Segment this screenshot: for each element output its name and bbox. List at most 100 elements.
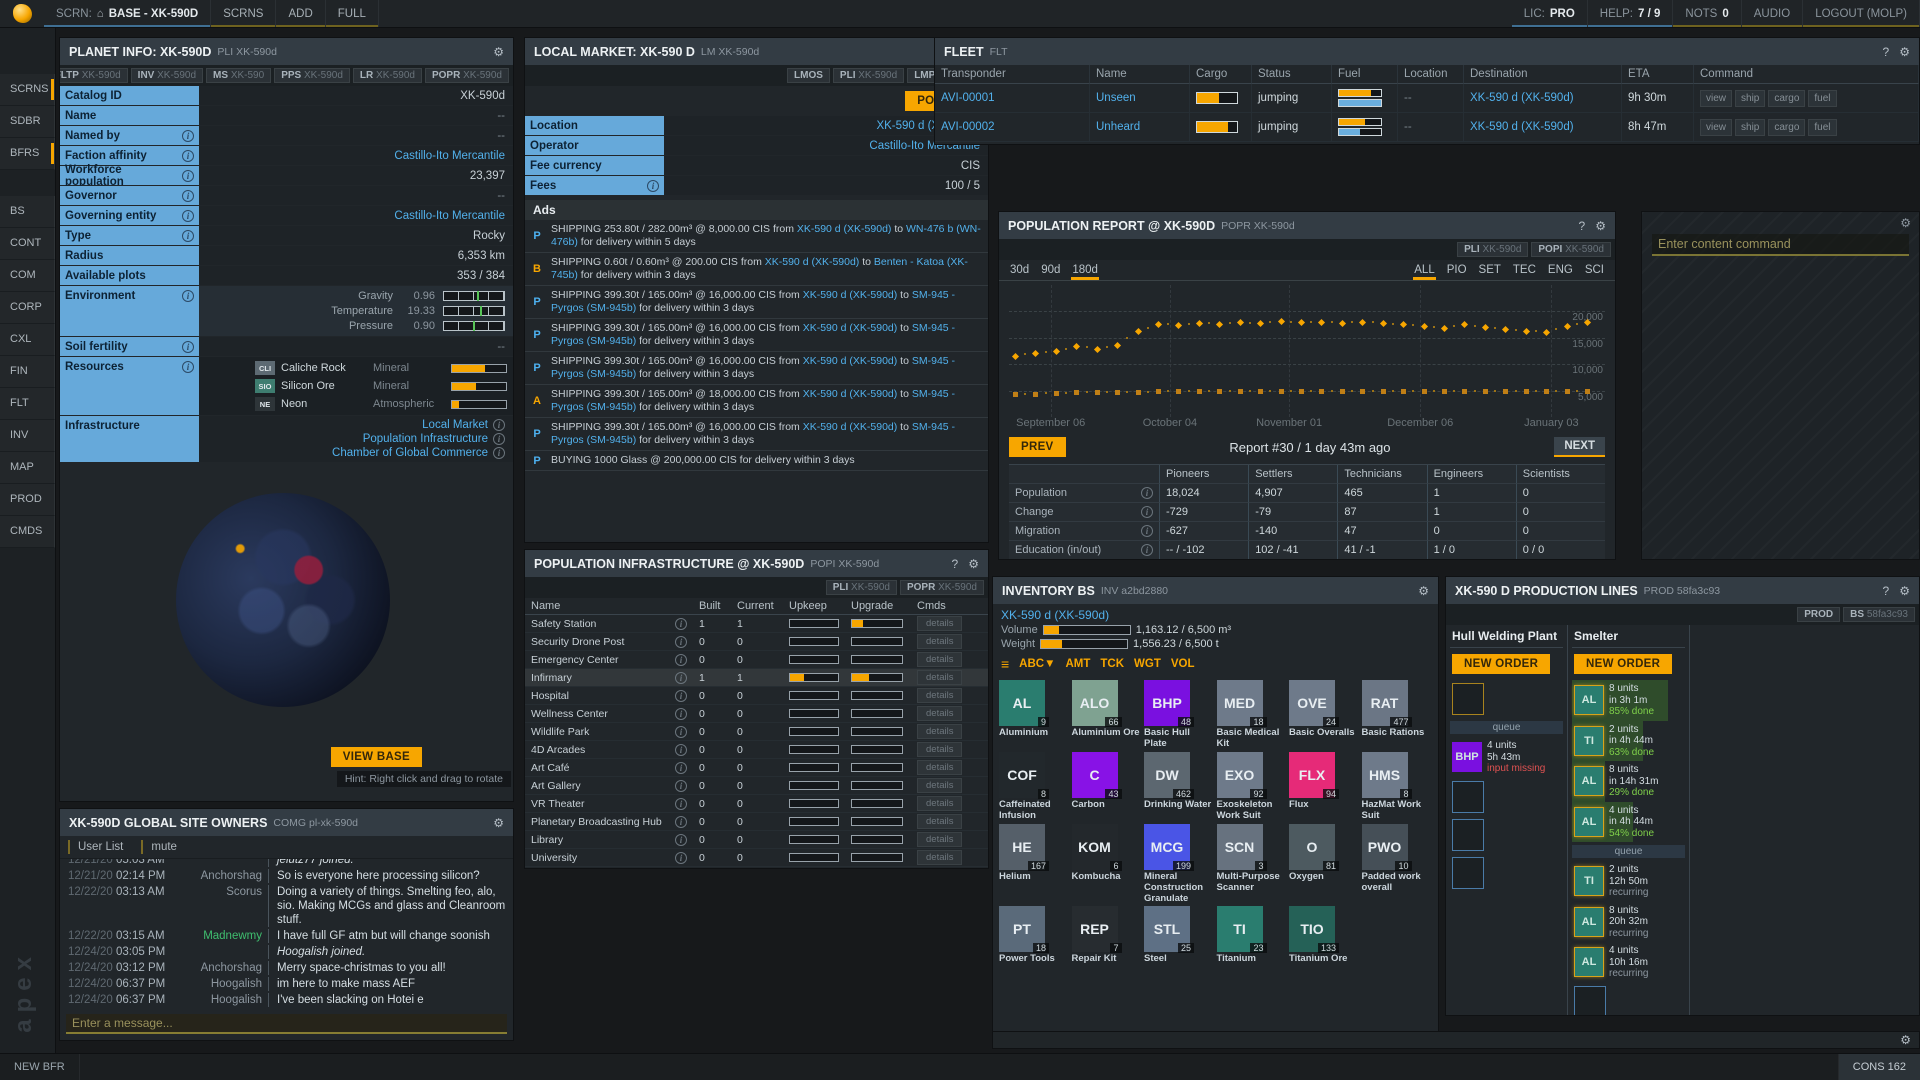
popreport-tab-popi[interactable]: POPI XK-590d: [1531, 242, 1611, 257]
sidebar-item-com[interactable]: COM: [0, 260, 55, 292]
info-icon[interactable]: i: [675, 816, 687, 828]
info-icon[interactable]: i: [493, 433, 505, 445]
info-icon[interactable]: i: [647, 180, 659, 192]
inventory-item-al[interactable]: AL9Aluminium: [999, 680, 1070, 750]
range-90d[interactable]: 90d: [1040, 262, 1061, 278]
details-button[interactable]: details: [917, 850, 962, 865]
market-ad[interactable]: BSHIPPING 0.60t / 0.60m³ @ 200.00 CIS fr…: [525, 253, 988, 286]
app-logo[interactable]: [0, 0, 44, 27]
details-button[interactable]: details: [917, 616, 962, 631]
details-button[interactable]: details: [917, 796, 962, 811]
sidebar-item-sdbr[interactable]: SDBR: [0, 106, 55, 138]
new-bfr-button[interactable]: NEW BFR: [0, 1054, 80, 1080]
gear-icon[interactable]: ⚙: [1900, 216, 1911, 230]
sidebar-item-map[interactable]: MAP: [0, 452, 55, 484]
topbar-tab-lic[interactable]: LIC:PRO: [1512, 0, 1588, 27]
market-ad[interactable]: PSHIPPING 399.30t / 165.00m³ @ 16,000.00…: [525, 418, 988, 451]
ship-transponder-link[interactable]: AVI-00002: [941, 121, 995, 133]
info-icon[interactable]: i: [182, 290, 194, 302]
ad-link[interactable]: XK-590 d (XK-590d): [803, 355, 898, 367]
cons-tab[interactable]: CONS 162: [1838, 1054, 1920, 1080]
info-icon[interactable]: i: [1141, 525, 1153, 537]
infrastructure-link[interactable]: Population Infrastructure: [363, 433, 488, 445]
next-report-button[interactable]: NEXT: [1554, 437, 1605, 457]
market-tab-pli[interactable]: PLI XK-590d: [833, 68, 904, 83]
planet-globe[interactable]: [176, 493, 390, 707]
inventory-item-ove[interactable]: OVE24Basic Overalls: [1289, 680, 1360, 750]
help-icon[interactable]: ?: [952, 557, 959, 571]
destination-link[interactable]: XK-590 d (XK-590d): [1470, 92, 1574, 104]
fuel-command-button[interactable]: fuel: [1808, 90, 1836, 107]
details-button[interactable]: details: [917, 652, 962, 667]
ad-link[interactable]: XK-590 d (XK-590d): [803, 322, 898, 334]
popinfra-tab-popr[interactable]: POPR XK-590d: [900, 580, 984, 595]
ad-link[interactable]: XK-590 d (XK-590d): [765, 256, 860, 268]
help-icon[interactable]: ?: [1883, 45, 1890, 59]
details-button[interactable]: details: [917, 760, 962, 775]
chat-message-input[interactable]: [66, 1014, 507, 1034]
popinfra-tab-pli[interactable]: PLI XK-590d: [826, 580, 897, 595]
inventory-item-ti[interactable]: TI23Titanium: [1217, 906, 1288, 965]
sidebar-item-corp[interactable]: CORP: [0, 292, 55, 324]
inventory-item-mcg[interactable]: MCG199Mineral Construction Granulate: [1144, 824, 1215, 905]
inventory-header[interactable]: INVENTORY BS INV a2bd2880 ⚙: [993, 577, 1438, 604]
info-icon[interactable]: i: [675, 780, 687, 792]
sort-amt[interactable]: AMT: [1065, 658, 1090, 670]
inventory-item-exo[interactable]: EXO92Exoskeleton Work Suit: [1217, 752, 1288, 822]
production-tab-bs[interactable]: BS 58fa3c93: [1843, 607, 1915, 622]
sidebar-item-bfrs[interactable]: BFRS: [0, 138, 55, 170]
new-order-button[interactable]: NEW ORDER: [1452, 654, 1550, 674]
info-icon[interactable]: i: [493, 419, 505, 431]
planet-tab-pps[interactable]: PPS XK-590d: [274, 68, 350, 83]
production-header[interactable]: XK-590 D PRODUCTION LINES PROD 58fa3c93 …: [1446, 577, 1919, 604]
details-button[interactable]: details: [917, 742, 962, 757]
fleet-header[interactable]: FLEET FLT ? ⚙: [935, 38, 1919, 65]
menu-icon[interactable]: ≡: [1001, 656, 1009, 672]
empty-slot[interactable]: [1452, 857, 1484, 889]
topbar-tab-help[interactable]: HELP:7 / 9: [1588, 0, 1674, 27]
inventory-item-cof[interactable]: COF8Caffeinated Infusion: [999, 752, 1070, 822]
planet-tab-fltp[interactable]: FLTP XK-590d: [59, 68, 128, 83]
info-icon[interactable]: i: [182, 130, 194, 142]
info-icon[interactable]: i: [675, 798, 687, 810]
filter-all[interactable]: ALL: [1413, 262, 1435, 278]
sidebar-item-scrns[interactable]: SCRNS: [0, 74, 55, 106]
ship-name-link[interactable]: Unseen: [1096, 92, 1136, 104]
production-order[interactable]: AL8 unitsin 14h 31m29% done: [1572, 761, 1685, 802]
inventory-item-pt[interactable]: PT18Power Tools: [999, 906, 1070, 965]
details-button[interactable]: details: [917, 778, 962, 793]
details-button[interactable]: details: [917, 832, 962, 847]
info-icon[interactable]: i: [675, 672, 687, 684]
infrastructure-link[interactable]: Local Market: [422, 419, 488, 431]
gear-icon[interactable]: ⚙: [1418, 584, 1429, 598]
view-base-button[interactable]: VIEW BASE: [331, 747, 422, 767]
info-icon[interactable]: i: [675, 654, 687, 666]
planet-tab-popr[interactable]: POPR XK-590d: [425, 68, 509, 83]
info-icon[interactable]: i: [182, 230, 194, 242]
inventory-item-alo[interactable]: ALO66Aluminium Ore: [1072, 680, 1143, 750]
market-ad[interactable]: PSHIPPING 399.30t / 165.00m³ @ 16,000.00…: [525, 352, 988, 385]
planet-tab-inv[interactable]: INV XK-590d: [131, 68, 203, 83]
gear-icon[interactable]: ⚙: [493, 45, 504, 59]
inventory-item-he[interactable]: HE167Helium: [999, 824, 1070, 905]
sort-tck[interactable]: TCK: [1100, 658, 1124, 670]
sidebar-item-cont[interactable]: CONT: [0, 228, 55, 260]
population-infrastructure-header[interactable]: POPULATION INFRASTRUCTURE @ XK-590D POPI…: [525, 550, 988, 577]
topbar-tab-audio[interactable]: AUDIO: [1742, 0, 1803, 27]
production-order[interactable]: AL4 units10h 16mrecurring: [1572, 942, 1685, 983]
info-icon[interactable]: i: [1141, 506, 1153, 518]
info-icon[interactable]: i: [182, 150, 194, 162]
row-value-text[interactable]: Castillo-Ito Mercantile: [394, 210, 505, 222]
infrastructure-link[interactable]: Chamber of Global Commerce: [332, 447, 488, 459]
production-order[interactable]: AL8 unitsin 3h 1m85% done: [1572, 680, 1685, 721]
inventory-store-link[interactable]: XK-590 d (XK-590d): [1001, 608, 1109, 622]
sidebar-item-prod[interactable]: PROD: [0, 484, 55, 516]
cargo-command-button[interactable]: cargo: [1768, 90, 1805, 107]
range-30d[interactable]: 30d: [1009, 262, 1030, 278]
gear-icon[interactable]: ⚙: [968, 557, 979, 571]
gear-icon[interactable]: ⚙: [1595, 219, 1606, 233]
empty-slot[interactable]: [1452, 683, 1484, 715]
market-ad[interactable]: PSHIPPING 253.80t / 282.00m³ @ 8,000.00 …: [525, 220, 988, 253]
details-button[interactable]: details: [917, 634, 962, 649]
inventory-item-rat[interactable]: RAT477Basic Rations: [1362, 680, 1433, 750]
